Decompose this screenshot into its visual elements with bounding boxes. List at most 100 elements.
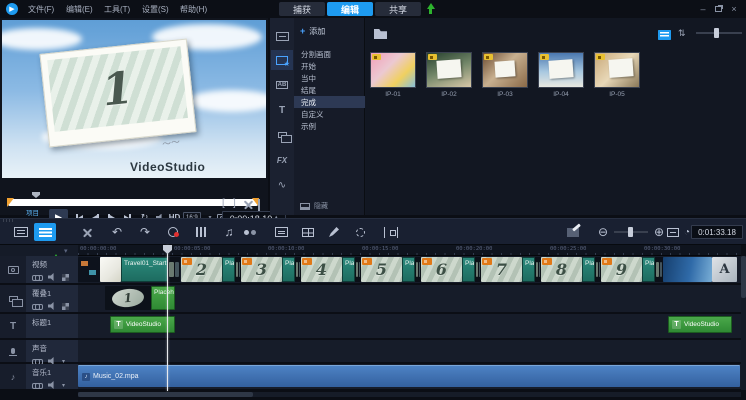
storyboard-view-button[interactable] <box>10 223 32 241</box>
menu-tools[interactable]: 工具(T) <box>104 4 130 15</box>
motion-tracking-button[interactable] <box>244 223 266 241</box>
add-category-button[interactable]: +添加 <box>300 26 325 37</box>
split-screen-template-button[interactable] <box>297 223 319 241</box>
clip-tail[interactable]: Pla <box>342 257 355 282</box>
restore-button[interactable] <box>711 2 725 15</box>
vertical-scrollbar[interactable] <box>741 256 746 390</box>
subtitle-editor-button[interactable] <box>270 223 292 241</box>
video-clip-4[interactable]: 4 <box>301 257 342 282</box>
overlay-track-header[interactable]: 覆叠1 <box>0 285 78 312</box>
title-library-button[interactable]: T <box>271 100 293 120</box>
music-track-header[interactable]: ♪ 音乐1 ▾ <box>0 364 78 389</box>
tab-capture[interactable]: 捕获 <box>279 2 325 16</box>
transition-marker[interactable] <box>655 257 663 282</box>
insert-track-button[interactable] <box>52 247 60 254</box>
video-clip-photo[interactable] <box>100 257 121 282</box>
transition-marker[interactable] <box>168 257 180 282</box>
menu-help[interactable]: 帮助(H) <box>180 4 207 15</box>
mute-icon[interactable] <box>48 381 57 389</box>
clip-tail[interactable]: Pla <box>402 257 415 282</box>
mute-icon[interactable] <box>48 302 57 310</box>
video-clip-3[interactable]: 3 <box>241 257 282 282</box>
category-custom[interactable]: 自定义 <box>294 108 365 120</box>
video-clip-collage[interactable] <box>78 257 100 282</box>
slider-thumb[interactable] <box>628 227 633 237</box>
timeline-zoom-out-button[interactable]: ⊖ <box>592 223 614 241</box>
template-thumb-1[interactable] <box>370 52 416 88</box>
clip-tail[interactable]: Pla <box>522 257 535 282</box>
menu-edit[interactable]: 编辑(E) <box>66 4 93 15</box>
upgrade-arrow-icon[interactable] <box>426 3 436 15</box>
preview-scrubber[interactable] <box>8 199 258 206</box>
mark-out-button[interactable]: ] <box>233 198 236 209</box>
menu-file[interactable]: 文件(F) <box>28 4 54 15</box>
filter-library-button[interactable]: FX <box>271 150 293 170</box>
template-thumb-4[interactable] <box>538 52 584 88</box>
video-clip-9[interactable]: 9 <box>601 257 642 282</box>
video-clip-7[interactable]: 7 <box>481 257 522 282</box>
overlay-track-row[interactable] <box>78 285 741 312</box>
scope-project-label[interactable]: 项目 <box>26 209 39 218</box>
sound-mixer-button[interactable] <box>190 223 212 241</box>
overlay-clip-tail[interactable]: Placehold <box>151 286 175 310</box>
gallery-zoom-slider[interactable] <box>696 27 742 39</box>
title-clip-2[interactable]: T VideoStudio <box>668 316 732 333</box>
scrollbar-thumb[interactable] <box>78 392 253 397</box>
timeline-zoom-slider[interactable] <box>614 226 648 238</box>
media-library-button[interactable] <box>271 26 293 46</box>
video-clip-6[interactable]: 6 <box>421 257 462 282</box>
template-thumb-5[interactable] <box>594 52 640 88</box>
auto-music-button[interactable]: ♫ <box>218 223 240 241</box>
project-duration-timecode[interactable]: 0:01:33.18 <box>691 225 743 239</box>
title-track-row[interactable] <box>78 314 741 338</box>
link-icon[interactable] <box>32 304 43 309</box>
insert-track-dropdown-icon[interactable]: ▾ <box>64 247 68 255</box>
template-thumb-3[interactable] <box>482 52 528 88</box>
link-icon[interactable] <box>32 359 43 364</box>
timeline-view-button[interactable] <box>34 223 56 241</box>
category-beginning[interactable]: 开始 <box>294 60 365 72</box>
title-clip-1[interactable]: T VideoStudio <box>110 316 175 333</box>
clip-tail[interactable]: Pla <box>282 257 295 282</box>
clip-tail[interactable]: Pla <box>642 257 655 282</box>
record-capture-button[interactable] <box>162 223 184 241</box>
category-complete[interactable]: 完成 <box>294 96 365 108</box>
video-clip-letter[interactable]: A <box>712 257 737 282</box>
video-track-header[interactable]: 视频 <box>0 256 78 283</box>
redo-button[interactable]: ↷ <box>134 223 156 241</box>
tab-share[interactable]: 共享 <box>375 2 421 16</box>
category-ending[interactable]: 结尾 <box>294 84 365 96</box>
video-clip-2[interactable]: 2 <box>181 257 222 282</box>
enlarge-preview-button[interactable] <box>258 200 260 211</box>
video-clip-5[interactable]: 5 <box>361 257 402 282</box>
graphic-library-button[interactable] <box>271 125 293 145</box>
horizontal-scrollbar[interactable] <box>78 392 741 397</box>
scrubber-playhead[interactable] <box>32 192 40 198</box>
time-remap-button[interactable] <box>349 223 371 241</box>
close-button[interactable]: × <box>727 2 741 15</box>
minimize-button[interactable]: – <box>696 2 710 15</box>
slider-thumb[interactable] <box>714 28 719 38</box>
clip-tail[interactable]: Pla <box>582 257 595 282</box>
timeline-ruler[interactable]: 00:00:00:00 00:00:05:00 00:00:10:00 00:0… <box>78 245 741 256</box>
scrollbar-thumb[interactable] <box>741 256 746 298</box>
track-motion-button[interactable] <box>380 223 402 241</box>
category-sample[interactable]: 示例 <box>294 120 365 132</box>
playhead-line[interactable] <box>167 245 168 391</box>
motion-path-button[interactable]: ∿ <box>271 175 293 195</box>
tab-edit[interactable]: 编辑 <box>327 2 373 16</box>
link-icon[interactable] <box>32 383 43 388</box>
clip-tail[interactable]: Pla <box>222 257 235 282</box>
mute-icon[interactable] <box>48 273 57 281</box>
mark-in-button[interactable]: [ <box>222 198 225 209</box>
video-clip-end[interactable] <box>663 257 712 282</box>
category-split-screen[interactable]: 分割画面 <box>294 48 365 60</box>
expand-icon[interactable]: ▾ <box>62 382 65 389</box>
instant-project-button[interactable] <box>271 50 293 70</box>
clip-tail[interactable]: Pla <box>462 257 475 282</box>
voice-track-row[interactable] <box>78 340 741 362</box>
voice-track-header[interactable]: 声音 ▾ <box>0 340 78 362</box>
menu-settings[interactable]: 设置(S) <box>142 4 169 15</box>
crossed-tools-button[interactable] <box>76 223 98 241</box>
hide-panel-button[interactable]: 隐藏 <box>300 201 328 211</box>
